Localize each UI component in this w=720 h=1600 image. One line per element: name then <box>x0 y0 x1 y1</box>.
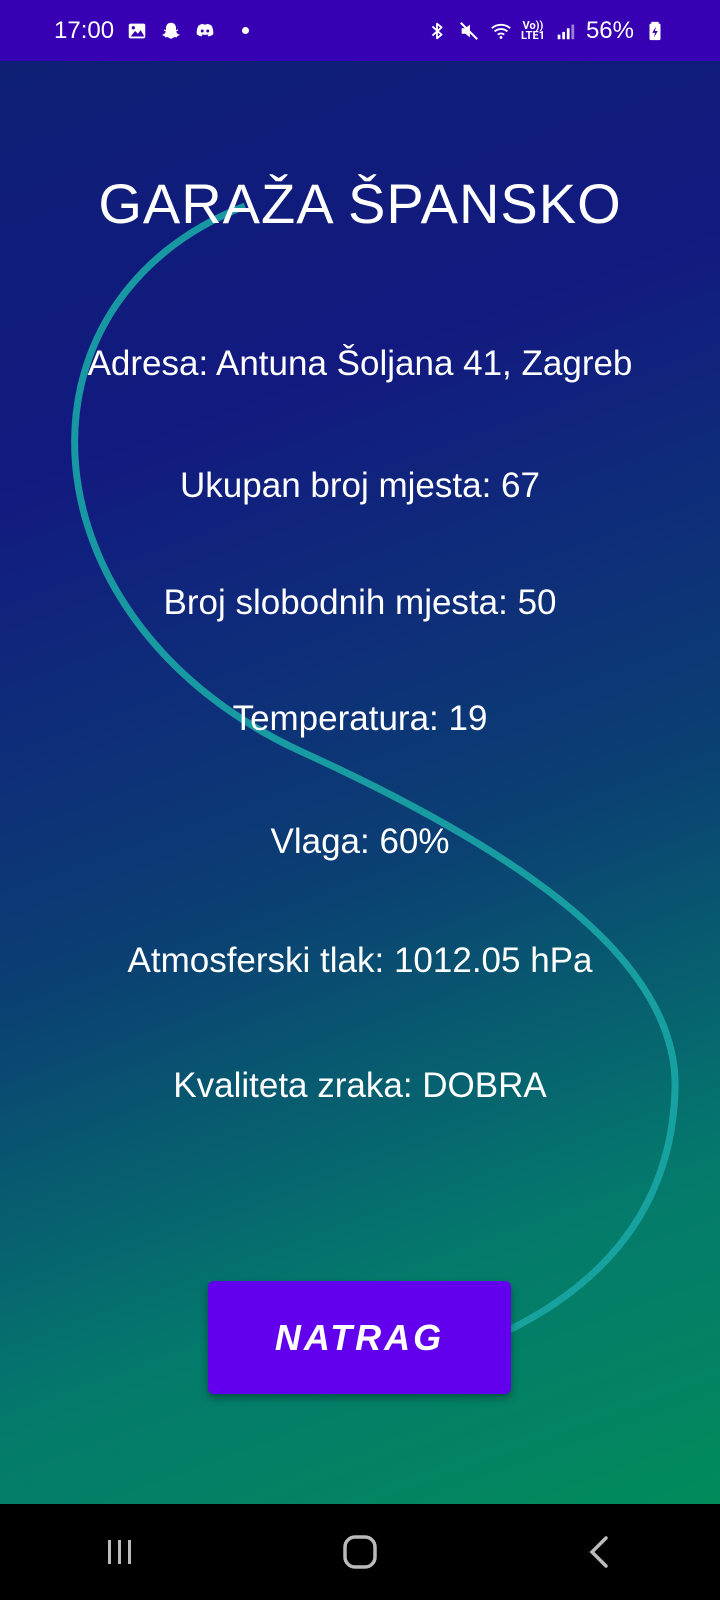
address-text: Adresa: Antuna Šoljana 41, Zagreb <box>87 344 633 383</box>
recent-apps-button[interactable] <box>80 1522 160 1582</box>
battery-percentage: 56% <box>585 16 634 44</box>
gallery-icon <box>126 20 148 42</box>
nav-back-button[interactable] <box>560 1522 640 1582</box>
battery-icon <box>644 20 666 42</box>
back-icon <box>589 1536 608 1568</box>
page-title: GARAŽA ŠPANSKO <box>98 172 622 235</box>
total-spots-text: Ukupan broj mjesta: 67 <box>180 466 540 505</box>
navigation-bar <box>0 1504 720 1600</box>
home-button[interactable] <box>320 1522 400 1582</box>
status-right: Vo)) LTE1 56% <box>426 17 666 45</box>
wifi-icon <box>490 20 512 42</box>
bluetooth-icon <box>426 20 448 42</box>
mute-icon <box>458 20 480 42</box>
garage-detail-screen: GARAŽA ŠPANSKO Adresa: Antuna Šoljana 41… <box>0 61 720 1504</box>
back-button[interactable]: NATRAG <box>208 1281 511 1394</box>
humidity-text: Vlaga: 60% <box>270 822 450 861</box>
signal-icon <box>554 20 576 42</box>
recent-apps-icon <box>108 1540 131 1564</box>
status-time: 17:00 <box>54 16 115 44</box>
free-spots-text: Broj slobodnih mjesta: 50 <box>163 583 557 622</box>
snapchat-icon <box>160 20 182 42</box>
temperature-text: Temperatura: 19 <box>232 699 488 738</box>
air-quality-text: Kvaliteta zraka: DOBRA <box>173 1066 547 1105</box>
notification-dot <box>242 27 250 34</box>
status-bar: 17:00 Vo)) LTE1 56% <box>0 0 720 61</box>
status-left: 17:00 <box>54 17 426 45</box>
home-icon <box>343 1535 377 1569</box>
pressure-text: Atmosferski tlak: 1012.05 hPa <box>127 941 593 980</box>
discord-icon <box>194 20 216 42</box>
lte-icon: Vo)) LTE1 <box>520 18 545 42</box>
